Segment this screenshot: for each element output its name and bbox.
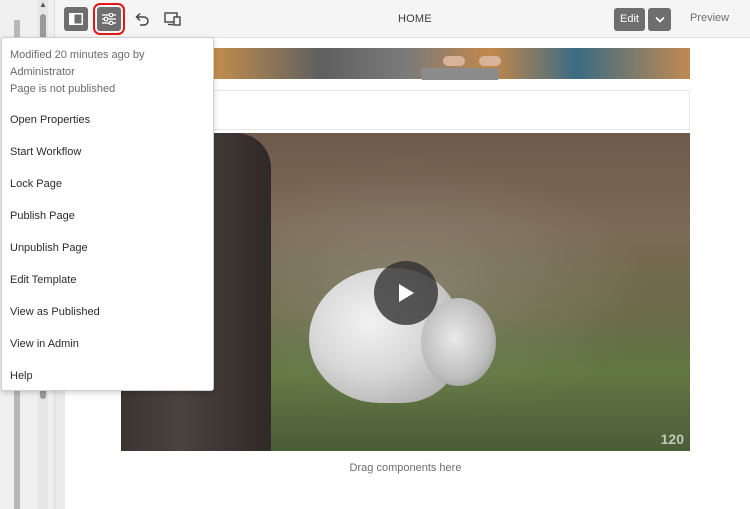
chevron-down-icon — [654, 16, 665, 23]
edit-mode-button[interactable]: Edit — [614, 8, 645, 31]
play-icon — [399, 284, 414, 302]
page-information-icon — [102, 13, 116, 25]
toggle-side-panel-icon — [69, 13, 83, 25]
page-title: HOME — [398, 13, 432, 25]
menu-item-start-workflow[interactable]: Start Workflow — [2, 139, 213, 165]
modified-line: Modified 20 minutes ago by — [10, 49, 145, 61]
menu-item-unpublish-page[interactable]: Unpublish Page — [2, 235, 213, 261]
video-badge: 120 — [660, 431, 684, 447]
menu-item-help[interactable]: Help — [2, 363, 213, 389]
editor-toolbar: HOME Edit Preview — [55, 0, 750, 38]
menu-item-open-properties[interactable]: Open Properties — [2, 107, 213, 133]
menu-item-edit-template[interactable]: Edit Template — [2, 267, 213, 293]
modified-by-line: Administrator — [10, 66, 75, 78]
hero-hand — [479, 56, 501, 66]
publish-status-line: Page is not published — [10, 83, 116, 95]
page-information-menu: Modified 20 minutes ago by Administrator… — [1, 37, 214, 391]
preview-button[interactable]: Preview — [690, 12, 729, 24]
emulator-button[interactable] — [161, 7, 185, 31]
undo-button[interactable] — [130, 7, 154, 31]
undo-icon — [135, 12, 149, 26]
menu-item-publish-page[interactable]: Publish Page — [2, 203, 213, 229]
menu-item-view-as-published[interactable]: View as Published — [2, 299, 213, 325]
hero-hand — [443, 56, 465, 66]
menu-item-view-in-admin[interactable]: View in Admin — [2, 331, 213, 357]
page-status-info: Modified 20 minutes ago by Administrator… — [10, 47, 145, 98]
toggle-side-panel-button[interactable] — [64, 7, 88, 31]
play-button[interactable] — [374, 261, 438, 325]
hero-keyboard — [421, 68, 499, 80]
drag-components-hint[interactable]: Drag components here — [121, 462, 690, 474]
mode-dropdown-button[interactable] — [648, 8, 671, 31]
scroll-up-icon[interactable]: ▲ — [39, 0, 47, 10]
menu-item-lock-page[interactable]: Lock Page — [2, 171, 213, 197]
page-information-button[interactable] — [93, 3, 125, 35]
emulator-icon — [164, 12, 181, 26]
